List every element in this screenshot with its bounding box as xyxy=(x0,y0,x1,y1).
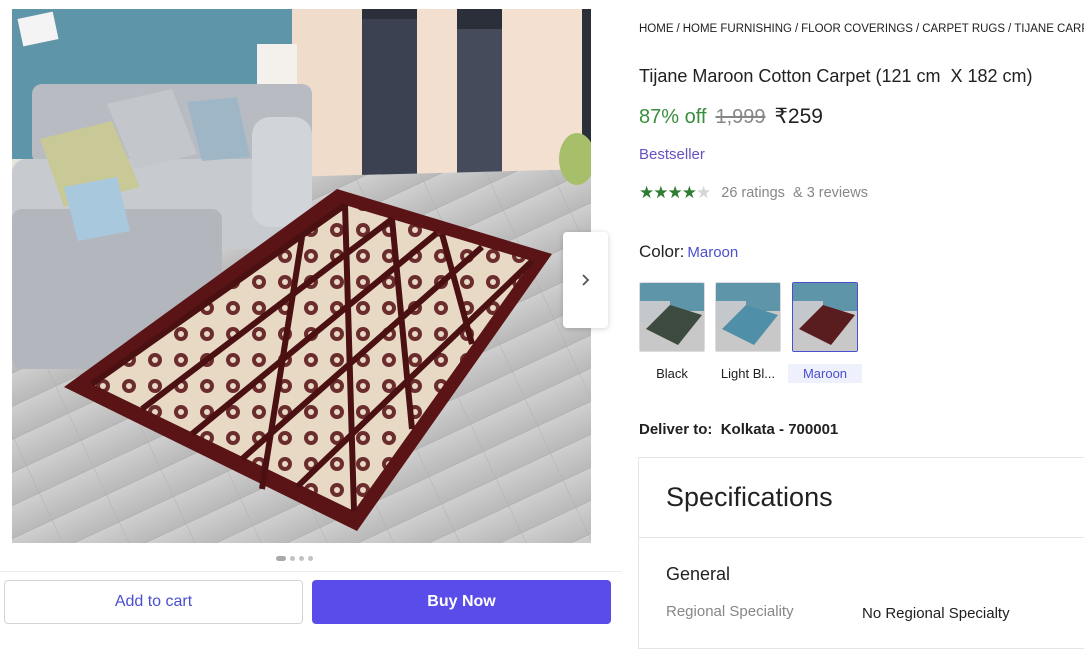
reviews-count: & 3 reviews xyxy=(793,185,868,201)
swatch-thumbnail xyxy=(793,283,857,351)
selling-price: ₹259 xyxy=(774,105,823,128)
delivery-info[interactable]: Deliver to: Kolkata - 700001 xyxy=(639,421,838,438)
image-carousel-indicator xyxy=(276,556,313,561)
discount-label: 87% off xyxy=(639,106,707,128)
chevron-right-icon xyxy=(581,274,589,286)
spec-group-title: General xyxy=(666,564,731,584)
deliver-to-label: Deliver to: xyxy=(639,421,713,438)
spec-key: Regional Speciality xyxy=(666,603,794,620)
bestseller-badge: Bestseller xyxy=(639,146,705,163)
star-filled-icon: ★ xyxy=(653,183,668,202)
rating-row[interactable]: ★★★★★ 26 ratings & 3 reviews xyxy=(639,183,868,203)
breadcrumb-home-furnishing[interactable]: HOME FURNISHING xyxy=(683,23,792,35)
carousel-dot[interactable] xyxy=(308,556,313,561)
next-image-button[interactable] xyxy=(563,232,608,328)
breadcrumb: HOME / HOME FURNISHING / FLOOR COVERINGS / CAR… xyxy=(639,23,1084,35)
breadcrumb-carpet-rugs[interactable]: CARPET RUGS xyxy=(922,23,1005,35)
add-to-cart-button[interactable]: Add to cart xyxy=(4,580,303,624)
color-swatch-black[interactable] xyxy=(639,282,705,352)
price-row: 87% off 1,999 ₹259 xyxy=(639,104,823,129)
spec-value: No Regional Specialty xyxy=(862,605,1010,622)
breadcrumb-tijane-carpet[interactable]: TIJANE CARPET xyxy=(1014,23,1084,35)
carousel-dot[interactable] xyxy=(290,556,295,561)
original-price: 1,999 xyxy=(715,106,766,128)
star-filled-icon: ★ xyxy=(667,183,683,202)
product-image[interactable] xyxy=(12,9,591,543)
delivery-location: Kolkata - 700001 xyxy=(720,421,839,438)
color-swatch-maroon[interactable] xyxy=(792,282,858,352)
breadcrumb-home[interactable]: HOME xyxy=(639,23,674,35)
carousel-dot[interactable] xyxy=(299,556,304,561)
carousel-dot[interactable] xyxy=(276,556,286,561)
star-empty-icon: ★ xyxy=(696,183,711,202)
swatch-label-black: Black xyxy=(656,366,688,381)
color-label: Color: xyxy=(639,242,685,261)
rating-stars: ★★★★★ xyxy=(639,183,711,203)
buy-now-button[interactable]: Buy Now xyxy=(312,580,611,624)
specifications-heading: Specifications xyxy=(666,482,833,512)
breadcrumb-floor-coverings[interactable]: FLOOR COVERINGS xyxy=(801,23,913,35)
ratings-count: 26 ratings xyxy=(721,185,785,201)
buy-now-label: Buy Now xyxy=(427,593,496,610)
color-selector-header: Color: Maroon xyxy=(639,242,738,262)
room-carpet-illustration xyxy=(12,9,591,543)
swatch-label-maroon: Maroon xyxy=(788,364,862,383)
star-filled-icon: ★ xyxy=(639,183,654,202)
product-title: Tijane Maroon Cotton Carpet (121 cm X 18… xyxy=(639,66,1033,86)
swatch-label-light-blue: Light Bl... xyxy=(720,366,776,381)
color-swatch-light-blue[interactable] xyxy=(715,282,781,352)
action-divider xyxy=(0,571,622,572)
star-filled-icon: ★ xyxy=(681,183,697,202)
swatch-thumbnail xyxy=(640,283,704,351)
specifications-divider xyxy=(639,537,1084,538)
add-to-cart-label: Add to cart xyxy=(114,593,193,610)
selected-color-value: Maroon xyxy=(687,244,739,261)
swatch-thumbnail xyxy=(716,283,780,351)
